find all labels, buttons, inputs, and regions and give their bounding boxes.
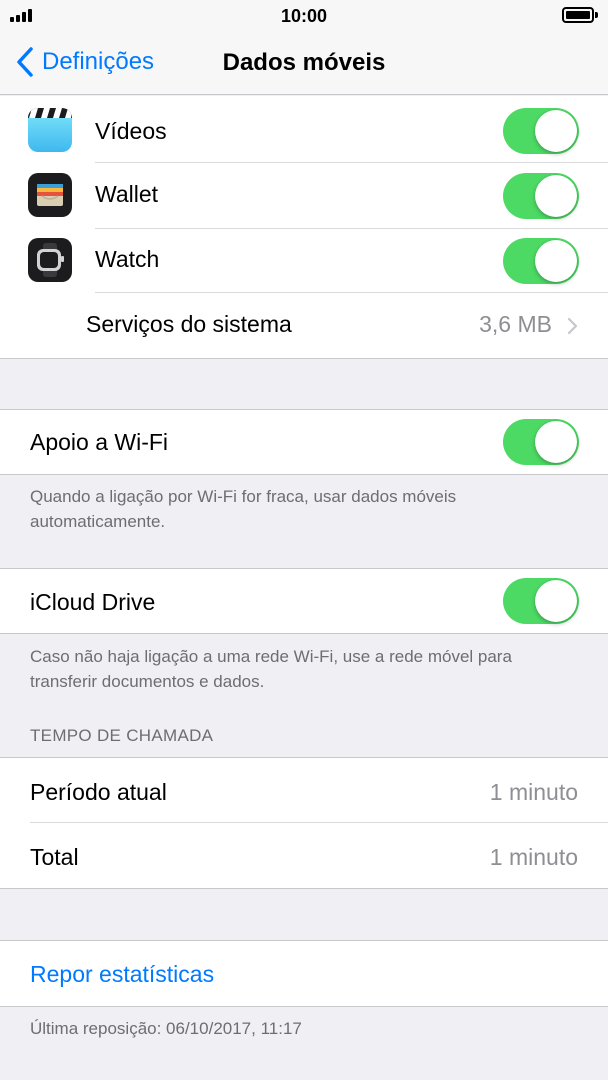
reset-group: Repor estatísticas — [0, 941, 608, 1006]
wifi-assist-row: Apoio a Wi-Fi — [0, 410, 608, 475]
last-reset-label: Última reposição: 06/10/2017, 11:17 — [30, 1019, 302, 1038]
wifi-assist-toggle[interactable] — [503, 419, 579, 465]
chevron-right-icon — [567, 317, 578, 335]
watch-toggle[interactable] — [503, 238, 579, 284]
system-services-label: Serviços do sistema — [86, 311, 292, 337]
wifi-assist-label: Apoio a Wi-Fi — [30, 429, 169, 455]
system-services-row[interactable]: Serviços do sistema 3,6 MB — [0, 293, 608, 358]
app-label-watch: Watch — [95, 246, 160, 272]
watch-app-icon — [28, 238, 72, 282]
app-label-videos: Vídeos — [95, 118, 167, 144]
total-label: Total — [30, 844, 79, 870]
wallet-app-icon — [28, 173, 72, 217]
videos-app-icon — [28, 108, 72, 152]
call-time-row-total: Total 1 minuto — [0, 823, 608, 888]
reset-statistics-button[interactable]: Repor estatísticas — [30, 961, 214, 988]
icloud-drive-group: iCloud Drive — [0, 569, 608, 633]
call-time-row-current: Período atual 1 minuto — [0, 758, 608, 823]
icloud-drive-toggle[interactable] — [503, 578, 579, 624]
page-title: Dados móveis — [222, 49, 386, 76]
system-services-value: 3,6 MB — [479, 311, 552, 337]
call-time-group: Período atual 1 minuto Total 1 minuto — [0, 758, 608, 888]
wifi-assist-footnote: Quando a ligação por Wi-Fi for fraca, us… — [30, 487, 457, 531]
app-label-wallet: Wallet — [95, 181, 159, 207]
navigation-bar: Definições Dados móveis — [0, 34, 608, 95]
status-bar: 10:00 — [0, 0, 608, 34]
icloud-drive-footnote: Caso não haja ligação a uma rede Wi-Fi, … — [30, 647, 512, 691]
current-period-value: 1 minuto — [489, 779, 578, 805]
icloud-drive-row: iCloud Drive — [0, 569, 608, 634]
status-time: 10:00 — [280, 6, 328, 26]
call-time-header: TEMPO DE CHAMADA — [30, 726, 214, 745]
total-value: 1 minuto — [489, 844, 578, 870]
app-row-watch: Watch — [0, 228, 608, 293]
app-row-wallet: Wallet — [0, 163, 608, 228]
app-row-videos: Vídeos — [0, 96, 608, 161]
apps-group: Vídeos Wallet Watch Serviços do sistema … — [0, 96, 608, 358]
wallet-toggle[interactable] — [503, 173, 579, 219]
screen: 10:00 Definições Dados móveis Vídeos Wal… — [0, 0, 608, 1080]
videos-toggle[interactable] — [503, 108, 579, 154]
current-period-label: Período atual — [30, 779, 167, 805]
battery-full-icon — [562, 7, 598, 23]
icloud-drive-label: iCloud Drive — [30, 589, 156, 615]
wifi-assist-group: Apoio a Wi-Fi — [0, 410, 608, 474]
